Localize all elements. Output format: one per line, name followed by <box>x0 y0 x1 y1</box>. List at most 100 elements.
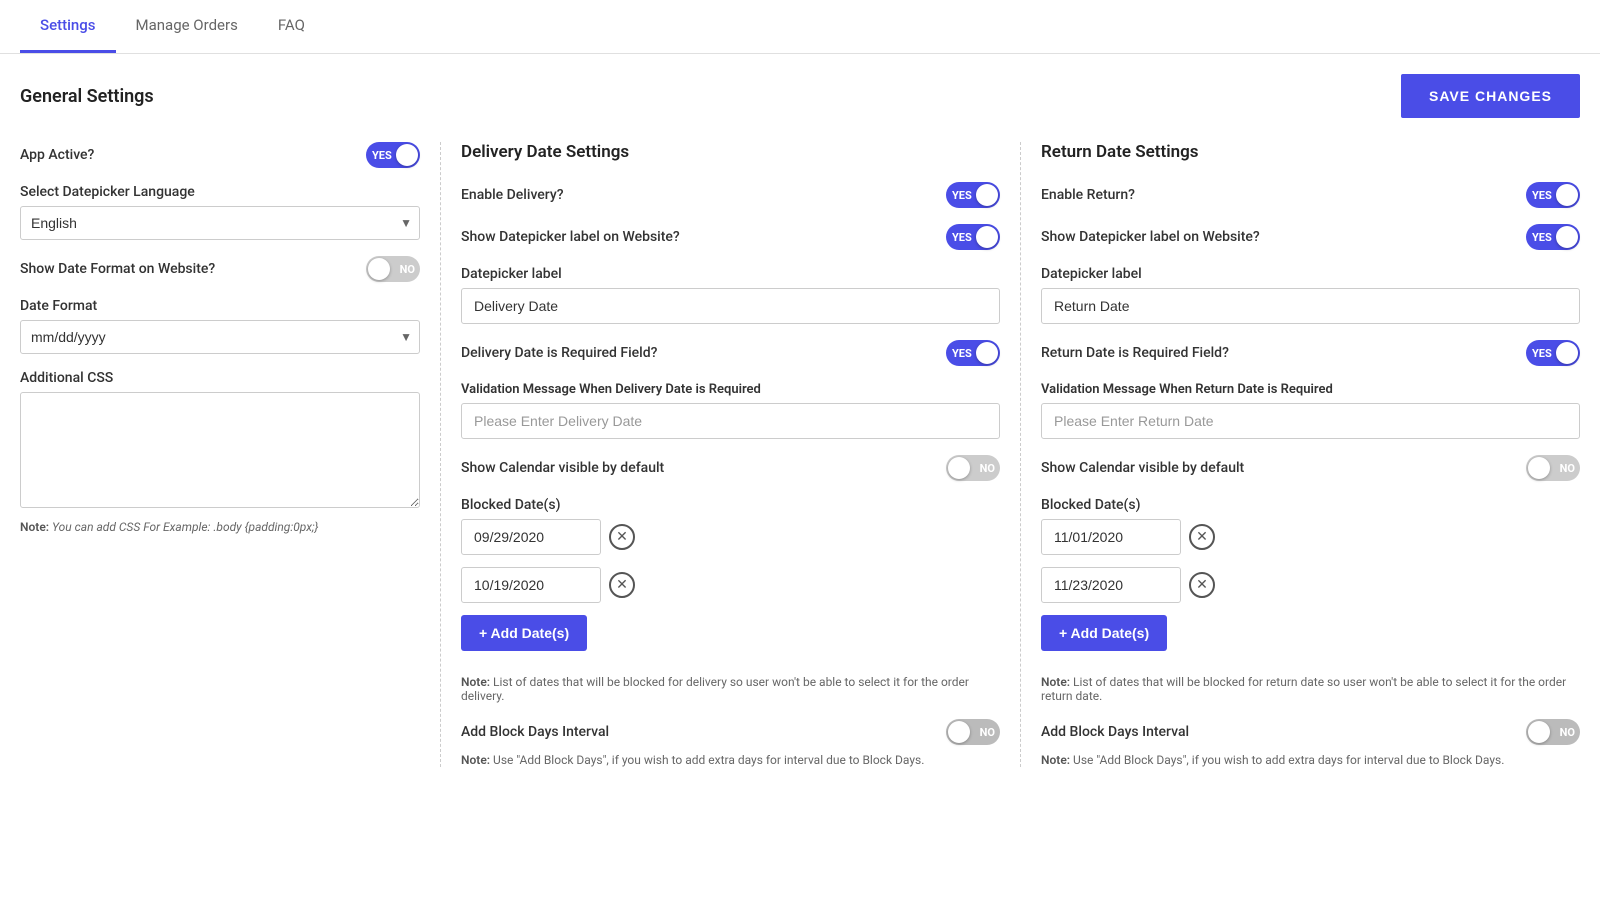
date-format-field: Date Format mm/dd/yyyy dd/mm/yyyy yyyy/m… <box>20 298 420 354</box>
return-blocked-date-remove-1[interactable]: ✕ <box>1189 524 1215 550</box>
return-add-block-days-toggle[interactable]: NO <box>1526 719 1580 745</box>
delivery-section-title: Delivery Date Settings <box>461 142 1000 162</box>
delivery-blocked-note-text: List of dates that will be blocked for d… <box>461 675 969 703</box>
delivery-required-row: Delivery Date is Required Field? YES <box>461 340 1000 366</box>
return-validation-field: Validation Message When Return Date is R… <box>1041 382 1580 439</box>
return-show-calendar-toggle[interactable]: NO <box>1526 455 1580 481</box>
return-datepicker-label-label: Datepicker label <box>1041 266 1580 282</box>
save-changes-button[interactable]: SAVE CHANGES <box>1401 74 1580 118</box>
return-blocked-note: Note: List of dates that will be blocked… <box>1041 675 1580 703</box>
show-date-format-row: Show Date Format on Website? NO <box>20 256 420 282</box>
return-show-calendar-label: Show Calendar visible by default <box>1041 460 1244 476</box>
return-show-datepicker-toggle-label: YES <box>1532 231 1552 244</box>
delivery-show-datepicker-label: Show Datepicker label on Website? <box>461 229 680 245</box>
delivery-datepicker-label-label: Datepicker label <box>461 266 1000 282</box>
delivery-show-calendar-label: Show Calendar visible by default <box>461 460 664 476</box>
app-active-toggle-label: YES <box>372 149 392 162</box>
return-required-label: Return Date is Required Field? <box>1041 345 1229 361</box>
page-title: General Settings <box>20 86 154 107</box>
delivery-add-block-note-label: Note: <box>461 753 490 767</box>
delivery-settings-column: Delivery Date Settings Enable Delivery? … <box>440 142 1020 767</box>
return-validation-label: Validation Message When Return Date is R… <box>1041 382 1580 397</box>
note-label: Note: <box>20 520 49 534</box>
return-blocked-date-input-2[interactable] <box>1041 567 1181 603</box>
delivery-show-calendar-toggle-label: NO <box>980 462 995 475</box>
show-date-format-label: Show Date Format on Website? <box>20 261 215 277</box>
return-section-title: Return Date Settings <box>1041 142 1580 162</box>
return-show-datepicker-toggle[interactable]: YES <box>1526 224 1580 250</box>
delivery-blocked-date-row-2: ✕ <box>461 567 1000 603</box>
return-validation-input[interactable] <box>1041 403 1580 439</box>
delivery-required-toggle-label: YES <box>952 347 972 360</box>
additional-css-field: Additional CSS <box>20 370 420 512</box>
return-show-datepicker-label: Show Datepicker label on Website? <box>1041 229 1260 245</box>
delivery-show-datepicker-toggle-label: YES <box>952 231 972 244</box>
return-blocked-date-input-1[interactable] <box>1041 519 1181 555</box>
enable-delivery-toggle-label: YES <box>952 189 972 202</box>
show-date-format-toggle[interactable]: NO <box>366 256 420 282</box>
return-datepicker-label-field: Datepicker label <box>1041 266 1580 324</box>
return-blocked-dates-label: Blocked Date(s) <box>1041 497 1580 513</box>
delivery-show-calendar-row: Show Calendar visible by default NO <box>461 455 1000 481</box>
return-blocked-dates-section: Blocked Date(s) ✕ ✕ <box>1041 497 1580 603</box>
delivery-blocked-note: Note: List of dates that will be blocked… <box>461 675 1000 703</box>
delivery-datepicker-label-field: Datepicker label <box>461 266 1000 324</box>
delivery-validation-field: Validation Message When Delivery Date is… <box>461 382 1000 439</box>
delivery-blocked-dates-section: Blocked Date(s) ✕ ✕ <box>461 497 1000 603</box>
delivery-show-calendar-toggle[interactable]: NO <box>946 455 1000 481</box>
enable-delivery-toggle[interactable]: YES <box>946 182 1000 208</box>
delivery-show-datepicker-toggle[interactable]: YES <box>946 224 1000 250</box>
return-datepicker-label-input[interactable] <box>1041 288 1580 324</box>
delivery-validation-input[interactable] <box>461 403 1000 439</box>
page-header: General Settings SAVE CHANGES <box>20 74 1580 118</box>
delivery-blocked-date-input-1[interactable] <box>461 519 601 555</box>
app-active-toggle[interactable]: YES <box>366 142 420 168</box>
return-required-toggle[interactable]: YES <box>1526 340 1580 366</box>
enable-return-toggle[interactable]: YES <box>1526 182 1580 208</box>
return-blocked-date-row-1: ✕ <box>1041 519 1580 555</box>
nav-bar: Settings Manage Orders FAQ <box>0 0 1600 54</box>
return-blocked-date-remove-2[interactable]: ✕ <box>1189 572 1215 598</box>
return-add-block-note: Note: Use "Add Block Days", if you wish … <box>1041 753 1580 767</box>
delivery-datepicker-label-input[interactable] <box>461 288 1000 324</box>
note-text: You can add CSS For Example: .body {padd… <box>52 520 318 534</box>
datepicker-language-field: Select Datepicker Language English Frenc… <box>20 184 420 240</box>
page-content: General Settings SAVE CHANGES App Active… <box>0 54 1600 914</box>
date-format-label: Date Format <box>20 298 420 314</box>
return-add-block-days-toggle-label: NO <box>1560 726 1575 739</box>
return-show-calendar-row: Show Calendar visible by default NO <box>1041 455 1580 481</box>
delivery-blocked-date-input-2[interactable] <box>461 567 601 603</box>
delivery-blocked-dates-label: Blocked Date(s) <box>461 497 1000 513</box>
enable-delivery-label: Enable Delivery? <box>461 187 564 203</box>
return-add-dates-button[interactable]: + Add Date(s) <box>1041 615 1167 651</box>
app-active-label: App Active? <box>20 147 94 163</box>
delivery-blocked-date-remove-2[interactable]: ✕ <box>609 572 635 598</box>
delivery-validation-label: Validation Message When Delivery Date is… <box>461 382 1000 397</box>
tab-faq[interactable]: FAQ <box>258 0 325 53</box>
return-blocked-note-text: List of dates that will be blocked for r… <box>1041 675 1566 703</box>
datepicker-language-label: Select Datepicker Language <box>20 184 420 200</box>
return-add-block-days-row: Add Block Days Interval NO <box>1041 719 1580 745</box>
enable-return-toggle-label: YES <box>1532 189 1552 202</box>
delivery-required-toggle[interactable]: YES <box>946 340 1000 366</box>
additional-css-textarea[interactable] <box>20 392 420 508</box>
delivery-add-block-days-row: Add Block Days Interval NO <box>461 719 1000 745</box>
return-add-block-note-label: Note: <box>1041 753 1070 767</box>
app-active-row: App Active? YES <box>20 142 420 168</box>
tab-settings[interactable]: Settings <box>20 0 116 53</box>
delivery-add-dates-button[interactable]: + Add Date(s) <box>461 615 587 651</box>
return-blocked-note-label: Note: <box>1041 675 1070 689</box>
date-format-select[interactable]: mm/dd/yyyy dd/mm/yyyy yyyy/mm/dd <box>20 320 420 354</box>
return-required-row: Return Date is Required Field? YES <box>1041 340 1580 366</box>
delivery-blocked-date-row-1: ✕ <box>461 519 1000 555</box>
tab-manage-orders[interactable]: Manage Orders <box>116 0 258 53</box>
delivery-add-block-days-toggle[interactable]: NO <box>946 719 1000 745</box>
datepicker-language-select[interactable]: English French German Spanish <box>20 206 420 240</box>
return-show-datepicker-label-row: Show Datepicker label on Website? YES <box>1041 224 1580 250</box>
return-settings-column: Return Date Settings Enable Return? YES … <box>1020 142 1580 767</box>
delivery-show-datepicker-label-row: Show Datepicker label on Website? YES <box>461 224 1000 250</box>
delivery-blocked-date-remove-1[interactable]: ✕ <box>609 524 635 550</box>
delivery-add-block-days-label: Add Block Days Interval <box>461 724 609 740</box>
enable-delivery-row: Enable Delivery? YES <box>461 182 1000 208</box>
return-add-block-note-text: Use "Add Block Days", if you wish to add… <box>1073 753 1504 767</box>
